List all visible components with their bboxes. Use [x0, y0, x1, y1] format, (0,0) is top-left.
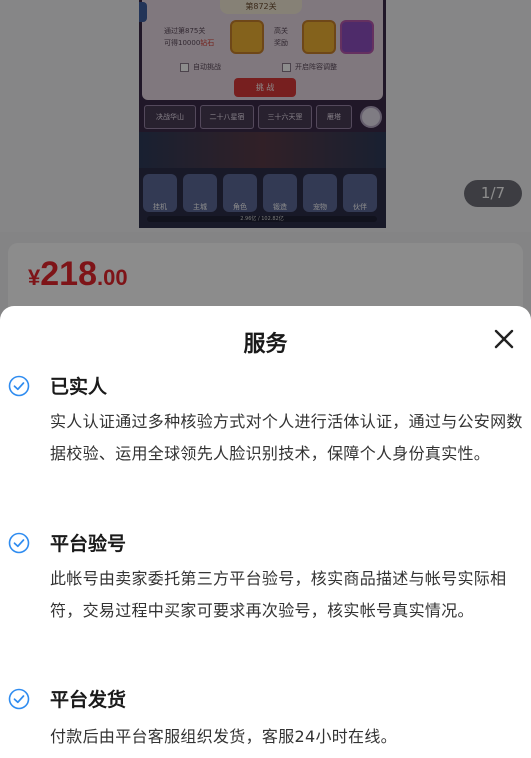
service-desc: 此帐号由卖家委托第三方平台验号，核实商品描述与帐号实际相符，交易过程中买家可要求… [50, 569, 507, 620]
service-name: 平台发货 [50, 689, 127, 711]
service-name: 平台验号 [50, 533, 127, 555]
check-circle-icon [8, 532, 30, 554]
sheet-title: 服务 [243, 332, 288, 357]
check-circle-icon [8, 688, 30, 710]
service-sheet: 服务 已实人 实人认证通过多种核验方式对个人进行活体认证，通过与公安网数据校验、… [0, 306, 531, 758]
close-icon[interactable] [490, 325, 518, 353]
service-name: 已实人 [50, 376, 108, 398]
service-desc: 实人认证通过多种核验方式对个人进行活体认证，通过与公安网数据校验、运用全球领先人… [50, 412, 523, 463]
check-circle-icon [8, 375, 30, 397]
service-desc: 付款后由平台客服组织发货，客服24小时在线。 [50, 727, 397, 746]
